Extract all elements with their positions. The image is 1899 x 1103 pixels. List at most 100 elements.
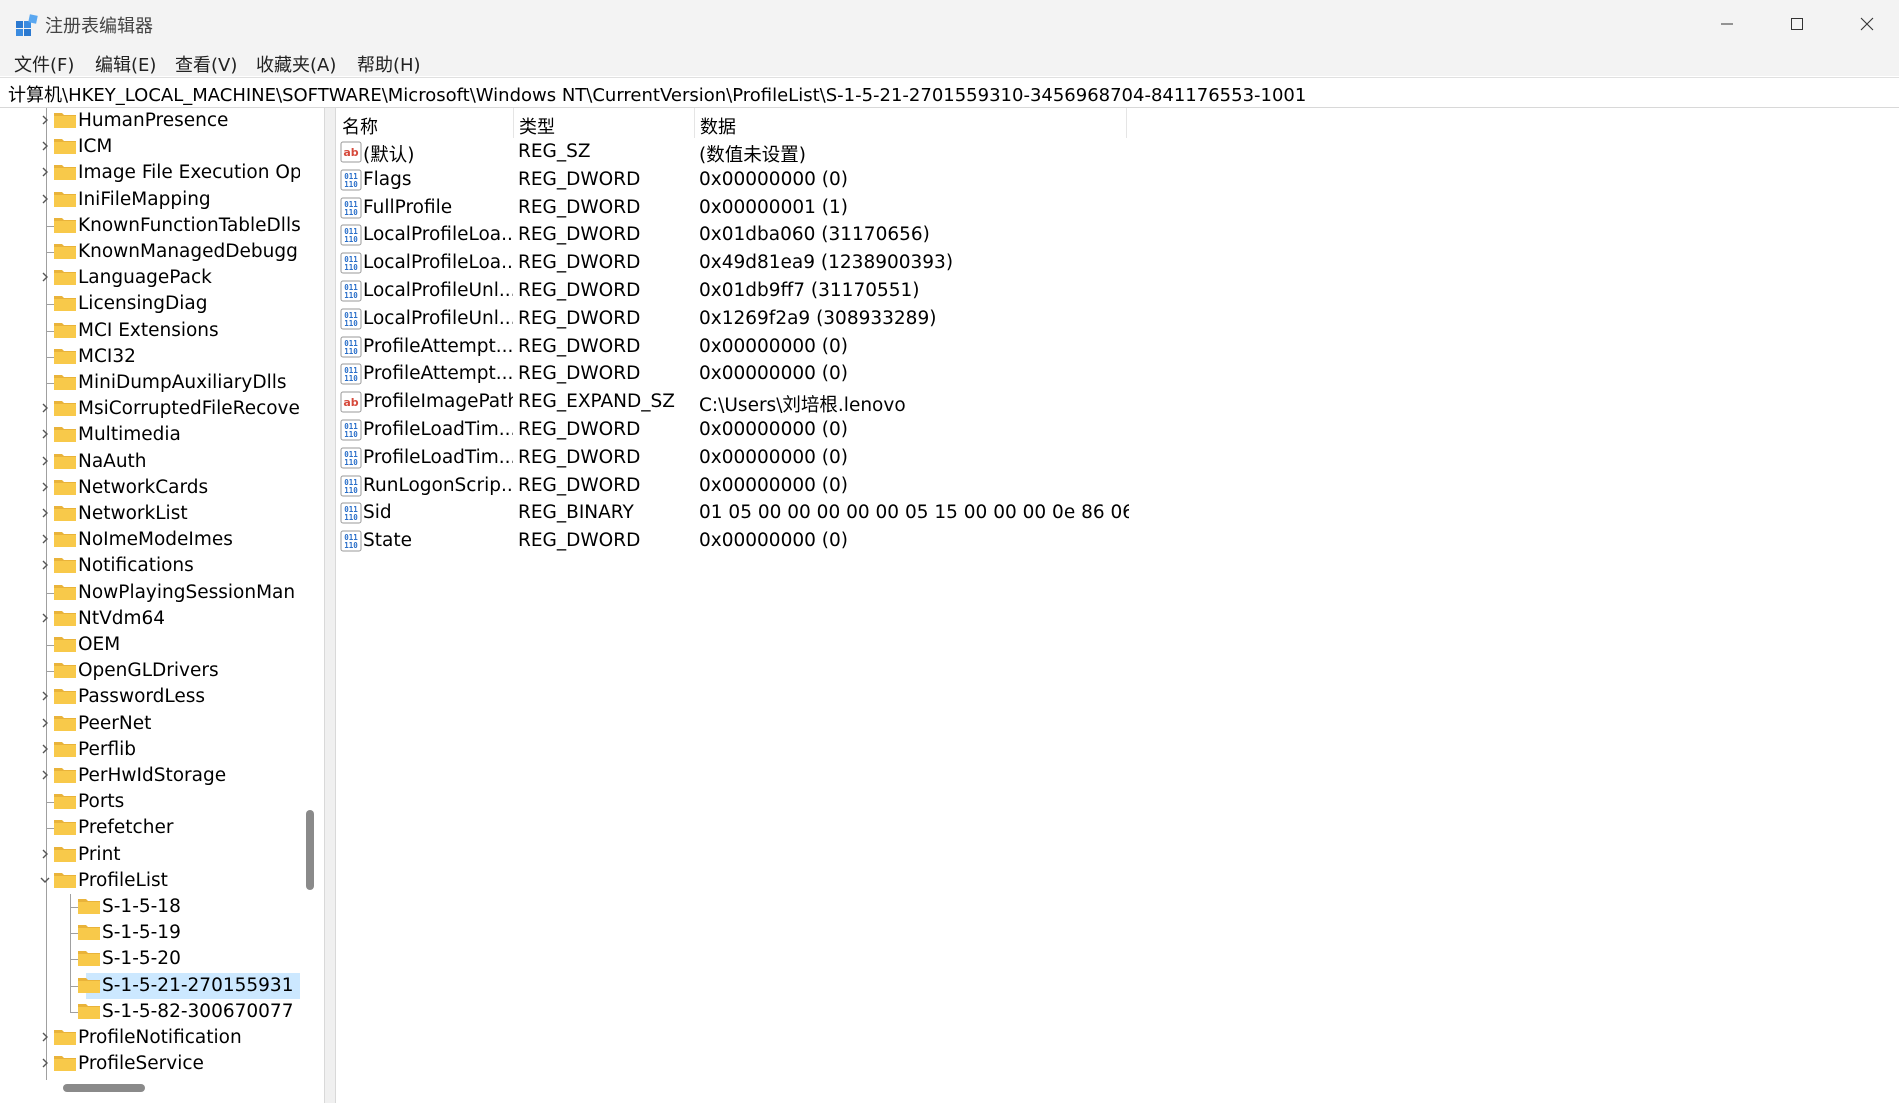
tree-item-label: OpenGLDrivers	[78, 660, 219, 682]
tree-item[interactable]: S-1-5-21-270155931	[6, 972, 300, 999]
value-row[interactable]: 011 110 LocalProfileUnl... REG_DWORD 0x1269f…	[336, 305, 1899, 333]
tree-item[interactable]: ProfileList	[6, 868, 300, 894]
value-row[interactable]: ab (默认) REG_SZ (数值未设置)	[336, 138, 1899, 166]
tree-item[interactable]: ICM	[6, 134, 300, 160]
chevron-right-icon[interactable]	[38, 427, 52, 441]
tree-item[interactable]: IniFileMapping	[6, 187, 300, 213]
tree-item[interactable]: LicensingDiag	[6, 291, 300, 317]
tree-item[interactable]: S-1-5-18	[6, 894, 300, 920]
tree-item[interactable]: PeerNet	[6, 711, 300, 737]
column-header-type[interactable]: 类型	[519, 113, 555, 139]
chevron-right-icon[interactable]	[38, 480, 52, 494]
tree-item[interactable]: OEM	[6, 632, 300, 658]
tree-item[interactable]: Image File Execution Op	[6, 160, 300, 186]
tree-horizontal-scrollbar[interactable]	[6, 1080, 318, 1096]
tree-item[interactable]: KnownFunctionTableDlls	[6, 213, 300, 239]
value-row[interactable]: 011 110 Sid REG_BINARY 01 05 00 00 00 00 00 …	[336, 499, 1899, 527]
value-row[interactable]: 011 110 FullProfile REG_DWORD 0x00000001 (1)	[336, 194, 1899, 222]
value-row[interactable]: 011 110 ProfileAttempt... REG_DWORD 0x000000…	[336, 333, 1899, 361]
value-row[interactable]: 011 110 ProfileLoadTim... REG_DWORD 0x000000…	[336, 444, 1899, 472]
menu-favorites[interactable]: 收藏夹(A)	[256, 51, 336, 77]
column-divider[interactable]	[513, 108, 514, 138]
value-row[interactable]: 011 110 ProfileAttempt... REG_DWORD 0x000000…	[336, 360, 1899, 388]
minimize-button[interactable]	[1692, 0, 1762, 48]
chevron-right-icon[interactable]	[38, 611, 52, 625]
chevron-right-icon[interactable]	[38, 401, 52, 415]
tree-item[interactable]: ProfileNotification	[6, 1025, 300, 1051]
tree-item[interactable]: S-1-5-19	[6, 920, 300, 946]
tree-item-label: HumanPresence	[78, 110, 229, 131]
tree-vertical-scrollbar[interactable]	[302, 108, 318, 1080]
chevron-right-icon[interactable]	[38, 558, 52, 572]
registry-key-tree[interactable]: HumanPresence ICM Image File Execution Op I…	[6, 108, 300, 1080]
chevron-right-icon[interactable]	[38, 1056, 52, 1070]
tree-item[interactable]: Notifications	[6, 553, 300, 579]
value-row[interactable]: 011 110 State REG_DWORD 0x00000000 (0)	[336, 527, 1899, 555]
menu-help[interactable]: 帮助(H)	[357, 51, 421, 77]
column-header-data[interactable]: 数据	[700, 113, 736, 139]
tree-item[interactable]: NtVdm64	[6, 606, 300, 632]
tree-item[interactable]: KnownManagedDebugg	[6, 239, 300, 265]
tree-item[interactable]: LanguagePack	[6, 265, 300, 291]
tree-horizontal-scroll-thumb[interactable]	[63, 1084, 145, 1092]
chevron-right-icon[interactable]	[38, 506, 52, 520]
tree-item[interactable]: HumanPresence	[6, 108, 300, 134]
tree-item[interactable]: Print	[6, 842, 300, 868]
tree-item[interactable]: Prefetcher	[6, 815, 300, 841]
chevron-right-icon[interactable]	[38, 532, 52, 546]
tree-item[interactable]: Perflib	[6, 737, 300, 763]
tree-item[interactable]: NowPlayingSessionMan	[6, 580, 300, 606]
pane-splitter[interactable]	[324, 108, 336, 1103]
address-bar[interactable]: 计算机\HKEY_LOCAL_MACHINE\SOFTWARE\Microsof…	[0, 77, 1899, 108]
value-row[interactable]: 011 110 LocalProfileLoa... REG_DWORD 0x49d81…	[336, 249, 1899, 277]
tree-item[interactable]: NetworkCards	[6, 475, 300, 501]
address-path[interactable]: 计算机\HKEY_LOCAL_MACHINE\SOFTWARE\Microsof…	[8, 81, 1306, 107]
tree-item[interactable]: Ports	[6, 789, 300, 815]
chevron-right-icon[interactable]	[38, 270, 52, 284]
column-header-name[interactable]: 名称	[342, 113, 378, 139]
menu-file[interactable]: 文件(F)	[14, 51, 74, 77]
tree-item[interactable]: MiniDumpAuxiliaryDlls	[6, 370, 300, 396]
tree-item[interactable]: ProfileService	[6, 1051, 300, 1077]
value-row[interactable]: 011 110 RunLogonScrip... REG_DWORD 0x0000000…	[336, 472, 1899, 500]
value-row[interactable]: 011 110 Flags REG_DWORD 0x00000000 (0)	[336, 166, 1899, 194]
value-row[interactable]: 011 110 LocalProfileUnl... REG_DWORD 0x01db9…	[336, 277, 1899, 305]
close-button[interactable]	[1832, 0, 1899, 48]
tree-item[interactable]: S-1-5-82-300670077	[6, 999, 300, 1025]
tree-item[interactable]: MCI32	[6, 344, 300, 370]
value-row[interactable]: ab ProfileImagePath REG_EXPAND_SZ C:\Users\…	[336, 388, 1899, 416]
tree-item[interactable]: Multimedia	[6, 422, 300, 448]
tree-vertical-scroll-thumb[interactable]	[306, 810, 314, 890]
column-divider[interactable]	[1126, 108, 1127, 138]
tree-item[interactable]: S-1-5-20	[6, 946, 300, 972]
tree-item[interactable]: NoImeModeImes	[6, 527, 300, 553]
value-row[interactable]: 011 110 LocalProfileLoa... REG_DWORD 0x01dba…	[336, 221, 1899, 249]
value-row[interactable]: 011 110 ProfileLoadTim... REG_DWORD 0x000000…	[336, 416, 1899, 444]
svg-text:110: 110	[344, 235, 358, 244]
chevron-down-icon[interactable]	[38, 873, 52, 887]
chevron-right-icon[interactable]	[38, 689, 52, 703]
chevron-right-icon[interactable]	[38, 192, 52, 206]
menu-view[interactable]: 查看(V)	[175, 51, 237, 77]
chevron-right-icon[interactable]	[38, 847, 52, 861]
column-divider[interactable]	[694, 108, 695, 138]
chevron-right-icon[interactable]	[38, 139, 52, 153]
tree-item[interactable]: NetworkList	[6, 501, 300, 527]
tree-item[interactable]: NaAuth	[6, 449, 300, 475]
tree-item[interactable]: PerHwIdStorage	[6, 763, 300, 789]
tree-item[interactable]: PasswordLess	[6, 684, 300, 710]
chevron-right-icon[interactable]	[38, 716, 52, 730]
registry-value-list[interactable]: 名称 类型 数据 ab (默认) REG_SZ (数值未设置) 011 110 Flags R…	[336, 108, 1899, 1103]
tree-item[interactable]: MCI Extensions	[6, 318, 300, 344]
tree-item[interactable]: MsiCorruptedFileRecove	[6, 396, 300, 422]
tree-item[interactable]: OpenGLDrivers	[6, 658, 300, 684]
chevron-right-icon[interactable]	[38, 1030, 52, 1044]
chevron-right-icon[interactable]	[38, 454, 52, 468]
menu-edit[interactable]: 编辑(E)	[95, 51, 156, 77]
chevron-right-icon[interactable]	[38, 113, 52, 127]
chevron-right-icon[interactable]	[38, 768, 52, 782]
value-name: ProfileAttempt...	[363, 363, 513, 385]
maximize-button[interactable]	[1762, 0, 1832, 48]
chevron-right-icon[interactable]	[38, 165, 52, 179]
chevron-right-icon[interactable]	[38, 742, 52, 756]
